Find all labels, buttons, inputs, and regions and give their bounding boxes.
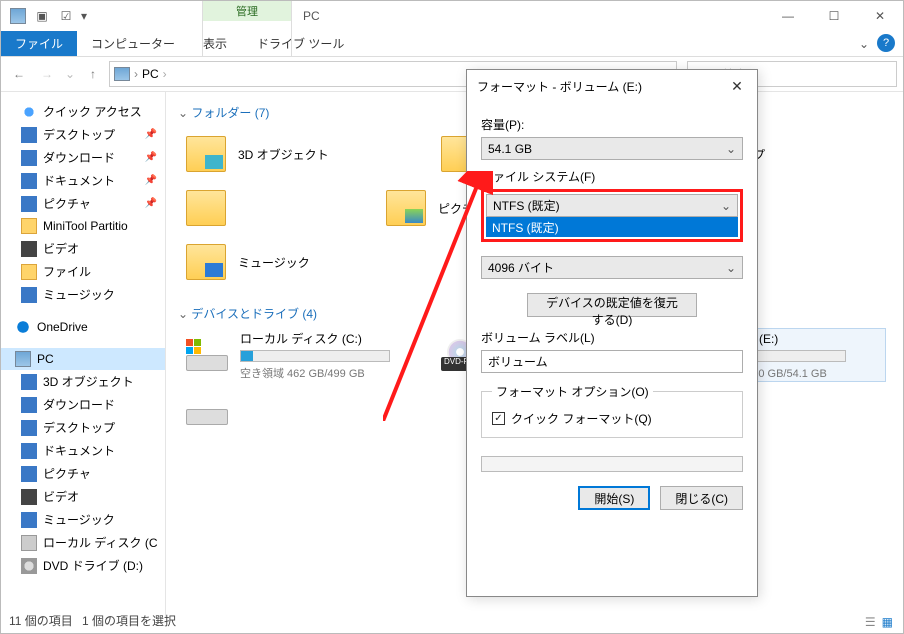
qat-properties[interactable]: ▣ [31,5,53,27]
progress-bar [481,456,743,472]
sidebar-minitool[interactable]: MiniTool Partitio [1,215,165,237]
highlight-box: NTFS (既定) NTFS (既定) [481,189,743,242]
dialog-title: フォーマット - ボリューム (E:) [477,78,642,95]
tab-computer[interactable]: コンピューター [77,31,189,56]
sidebar-documents2[interactable]: ドキュメント [1,439,165,462]
close-button[interactable]: ✕ [857,1,903,31]
volume-label-input[interactable] [481,350,743,373]
ribbon-expand-icon[interactable]: ⌄ [859,37,869,51]
sidebar-desktop2[interactable]: デスクトップ [1,416,165,439]
disk-icon [186,393,228,425]
minimize-button[interactable]: — [765,1,811,31]
view-large-icon[interactable]: ▦ [882,615,893,629]
sidebar-music2[interactable]: ミュージック [1,508,165,531]
address-chevron2[interactable]: › [163,67,167,81]
ribbon-context-header: 管理 [203,1,291,21]
folder-music[interactable]: ミュージック [176,235,431,289]
close-button[interactable]: 閉じる(C) [660,486,743,510]
forward-button[interactable]: → [35,62,59,86]
status-bar: 11 個の項目 1 個の項目を選択 [9,612,176,629]
filesystem-option-ntfs[interactable]: NTFS (既定) [486,217,738,237]
allocation-combo[interactable]: 4096 バイト [481,256,743,279]
disk-icon [186,339,228,371]
pin-icon: 📌 [145,152,157,163]
sidebar-video2[interactable]: ビデオ [1,485,165,508]
pin-icon: 📌 [145,175,157,186]
up-button[interactable]: ↑ [81,62,105,86]
start-button[interactable]: 開始(S) [578,486,650,510]
quick-format-checkbox[interactable]: ✓ クイック フォーマット(Q) [492,410,732,427]
filesystem-label: ファイル システム(F) [481,168,743,185]
address-location[interactable]: PC [142,67,159,81]
sidebar-pictures2[interactable]: ピクチャ [1,462,165,485]
volume-label-label: ボリューム ラベル(L) [481,329,743,346]
help-button[interactable]: ? [877,34,895,52]
capacity-label: 容量(P): [481,116,743,133]
sidebar-3d[interactable]: 3D オブジェクト [1,370,165,393]
capacity-combo[interactable]: 54.1 GB [481,137,743,160]
folder-partial2[interactable] [176,181,376,235]
qat-checkbox[interactable]: ☑ [55,5,77,27]
sidebar-music[interactable]: ミュージック [1,283,165,306]
sidebar-dvd-d[interactable]: DVD ドライブ (D:) [1,554,165,577]
address-chevron[interactable]: › [134,67,138,81]
sidebar-downloads[interactable]: ダウンロード📌 [1,146,165,169]
sidebar-pictures[interactable]: ピクチャ📌 [1,192,165,215]
sidebar-documents[interactable]: ドキュメント📌 [1,169,165,192]
restore-defaults-button[interactable]: デバイスの既定値を復元する(D) [527,293,697,317]
folder-3d[interactable]: 3D オブジェクト [176,127,431,181]
format-options-legend: フォーマット オプション(O) [492,383,653,400]
recent-locations[interactable]: ⌄ [63,62,77,86]
sidebar-pc[interactable]: PC [1,348,165,370]
maximize-button[interactable]: ☐ [811,1,857,31]
format-options-group: フォーマット オプション(O) ✓ クイック フォーマット(Q) [481,383,743,438]
checkbox-checked-icon: ✓ [492,412,505,425]
sidebar-quick-access[interactable]: クイック アクセス [1,100,165,123]
sidebar-downloads2[interactable]: ダウンロード [1,393,165,416]
view-details-icon[interactable]: ☰ [865,615,876,629]
dialog-close-button[interactable]: ✕ [727,78,747,95]
drive-partial[interactable] [176,382,376,436]
pin-icon: 📌 [145,198,157,209]
pin-icon: 📌 [145,129,157,140]
sidebar-video[interactable]: ビデオ [1,237,165,260]
sidebar-localdisk-c[interactable]: ローカル ディスク (C [1,531,165,554]
qat-customize[interactable]: ▾ [79,9,89,23]
drive-c[interactable]: ローカル ディスク (C:)空き領域 462 GB/499 GB [176,328,431,382]
filesystem-combo[interactable]: NTFS (既定) [486,194,738,217]
folder-icon [7,5,29,27]
tab-file[interactable]: ファイル [1,31,77,56]
sidebar-desktop[interactable]: デスクトップ📌 [1,123,165,146]
back-button[interactable]: ← [7,62,31,86]
sidebar-onedrive[interactable]: OneDrive [1,316,165,338]
format-dialog: フォーマット - ボリューム (E:) ✕ 容量(P): 54.1 GB ファイ… [466,69,758,597]
window-title: PC [303,9,320,23]
pc-icon [114,67,130,81]
sidebar-file[interactable]: ファイル [1,260,165,283]
